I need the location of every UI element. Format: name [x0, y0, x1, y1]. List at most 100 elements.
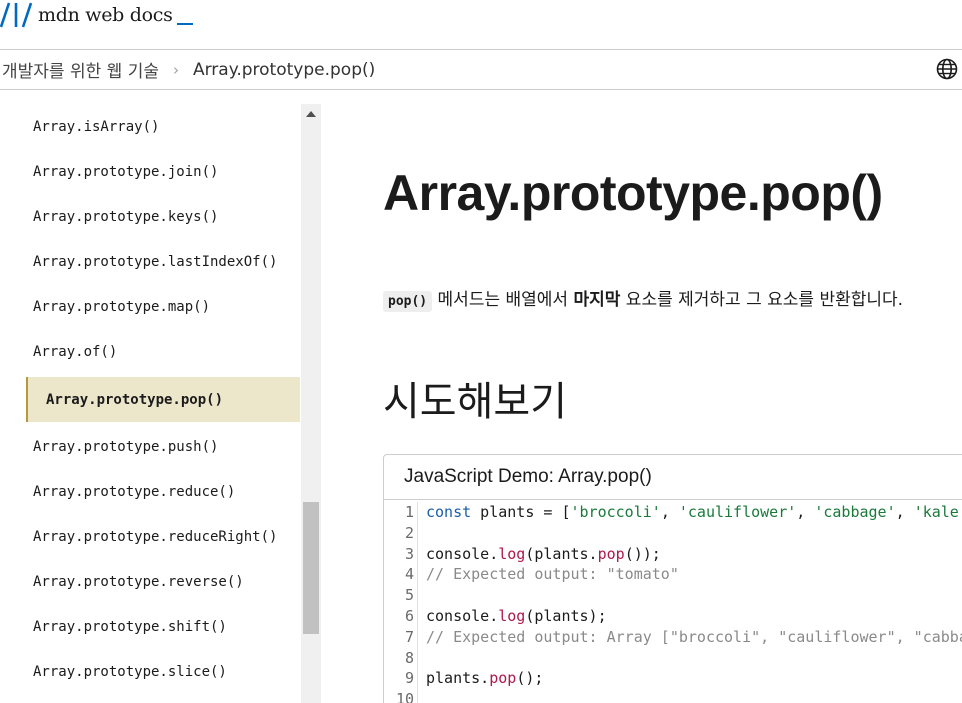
interactive-demo: JavaScript Demo: Array.pop() 1 const plan… — [383, 454, 962, 703]
breadcrumb: 개발자를 위한 웹 기술 › Array.prototype.pop() — [0, 50, 962, 90]
sidebar-item: Array.prototype.join() — [0, 149, 321, 194]
code-text: // Expected output: Array ["broccoli", "… — [418, 627, 962, 648]
code-token: , — [796, 503, 815, 521]
code-line: 8 — [384, 647, 962, 669]
code-token: , — [660, 503, 679, 521]
sidebar-item: Array.prototype.reduceRight() — [0, 514, 321, 559]
intro-text-before: 메서드는 배열에서 — [432, 290, 574, 310]
section-title: 시도해보기 — [383, 379, 567, 425]
sidebar-item: Array.of() — [0, 329, 321, 374]
code-token: (plants. — [525, 544, 598, 563]
code-token: const — [426, 503, 472, 521]
breadcrumb-parent[interactable]: 개발자를 위한 웹 기술 — [2, 57, 159, 82]
globe-icon[interactable] — [936, 58, 958, 80]
code-line: 6 console.log(plants); — [384, 605, 962, 627]
code-token: 'cauliflower' — [678, 503, 797, 521]
code-token: (plants); — [525, 606, 607, 625]
line-number: 9 — [384, 668, 418, 690]
code-token: console. — [426, 544, 499, 563]
sidebar-item-link[interactable]: Array.of() — [0, 329, 300, 374]
code-token: log — [498, 544, 526, 563]
sidebar-item-link[interactable]: Array.prototype.slice() — [0, 649, 300, 694]
sidebar-item-link[interactable]: Array.prototype.reduceRight() — [0, 514, 300, 559]
sidebar-item: Array.prototype.reverse() — [0, 559, 321, 604]
sidebar-item-link[interactable]: Array.prototype.shift() — [0, 604, 300, 649]
sidebar-item-link[interactable]: Array.prototype.map() — [0, 284, 300, 329]
code-editor[interactable]: 1 const plants = ['broccoli', 'cauliflowe… — [384, 500, 962, 703]
mdn-logo[interactable]: mdn web docs — [0, 0, 193, 30]
sidebar-item-link[interactable]: Array.prototype.push() — [0, 424, 300, 469]
line-number: 2 — [384, 522, 418, 544]
code-token: 'broccoli' — [570, 503, 661, 521]
code-line: 5 — [384, 585, 962, 606]
code-token: pop — [489, 669, 517, 688]
sidebar-item-active-link[interactable]: Array.prototype.pop() — [26, 377, 300, 422]
code-token: // Expected output: "tomato" — [426, 565, 679, 584]
sidebar-item: Array.isArray() — [0, 104, 321, 149]
code-text: console.log(plants); — [418, 606, 607, 627]
sidebar-item: Array.prototype.pop() — [0, 377, 321, 422]
code-token: // Expected output: Array ["broccoli", "… — [426, 627, 962, 646]
page-title: Array.prototype.pop() — [383, 165, 883, 221]
code-line: 2 — [384, 522, 962, 544]
intro-bold: 마지막 — [573, 290, 621, 310]
intro-paragraph: pop() 메서드는 배열에서 마지막 요소를 제거하고 그 요소를 반환합니다… — [383, 283, 962, 319]
code-text: plants.pop(); — [418, 668, 543, 689]
scroll-up-arrow-icon[interactable] — [306, 111, 316, 117]
line-number: 1 — [384, 502, 418, 523]
sidebar-item: Array.prototype.shift() — [0, 604, 321, 649]
code-token: plants = [ — [471, 503, 571, 521]
sidebar: Array.isArray() Array.prototype.join() Arr… — [0, 104, 321, 703]
logo-text: mdn web docs — [38, 4, 173, 26]
code-token: console. — [426, 606, 499, 625]
sidebar-item: Array.prototype.lastIndexOf() — [0, 239, 321, 284]
sidebar-item: Array.prototype.reduce() — [0, 469, 321, 514]
sidebar-item: Array.prototype.map() — [0, 284, 321, 329]
code-line: 1 const plants = ['broccoli', 'cauliflowe… — [384, 502, 962, 523]
sidebar-item: Array.prototype.push() — [0, 424, 321, 469]
code-line: 3 console.log(plants.pop()); — [384, 543, 962, 565]
code-text: console.log(plants.pop()); — [418, 544, 661, 565]
main-content: Array.prototype.pop() pop() 메서드는 배열에서 마지… — [383, 104, 962, 703]
sidebar-scrollbar[interactable] — [301, 104, 321, 703]
line-number: 10 — [384, 689, 418, 703]
code-token: 'kale' — [913, 503, 962, 521]
mdn-logo-icon — [0, 2, 32, 28]
code-token: pop — [597, 544, 625, 563]
scrollbar-thumb[interactable] — [303, 502, 319, 634]
breadcrumb-separator: › — [172, 60, 179, 79]
line-number: 5 — [384, 585, 418, 606]
code-line: 10 — [384, 689, 962, 703]
sidebar-item-link[interactable]: Array.prototype.lastIndexOf() — [0, 239, 300, 284]
code-token: ()); — [624, 544, 661, 563]
line-number: 8 — [384, 647, 418, 669]
code-token: , — [895, 503, 914, 521]
top-header: mdn web docs — [0, 0, 962, 50]
line-number: 4 — [384, 564, 418, 586]
line-number: 6 — [384, 605, 418, 627]
sidebar-item: Array.prototype.keys() — [0, 194, 321, 239]
code-text: const plants = ['broccoli', 'cauliflower… — [418, 502, 962, 523]
code-text: // Expected output: "tomato" — [418, 564, 679, 585]
logo-cursor — [176, 23, 193, 25]
sidebar-list: Array.isArray() Array.prototype.join() Arr… — [0, 104, 321, 694]
code-token: (); — [516, 669, 544, 688]
sidebar-item-link[interactable]: Array.prototype.reduce() — [0, 469, 300, 514]
code-token: 'cabbage' — [814, 503, 896, 521]
sidebar-item-link[interactable]: Array.isArray() — [0, 104, 300, 149]
code-line: 9 plants.pop(); — [384, 668, 962, 690]
line-number: 3 — [384, 543, 418, 565]
sidebar-item-link[interactable]: Array.prototype.join() — [0, 149, 300, 194]
intro-text-after: 요소를 제거하고 그 요소를 반환합니다. — [620, 290, 904, 310]
code-line: 4 // Expected output: "tomato" — [384, 564, 962, 586]
demo-title: JavaScript Demo: Array.pop() — [384, 455, 962, 500]
line-number: 7 — [384, 626, 418, 648]
breadcrumb-current[interactable]: Array.prototype.pop() — [193, 60, 375, 80]
code-token: plants. — [426, 669, 490, 688]
sidebar-item-link[interactable]: Array.prototype.reverse() — [0, 559, 300, 604]
sidebar-item-link[interactable]: Array.prototype.keys() — [0, 194, 300, 239]
